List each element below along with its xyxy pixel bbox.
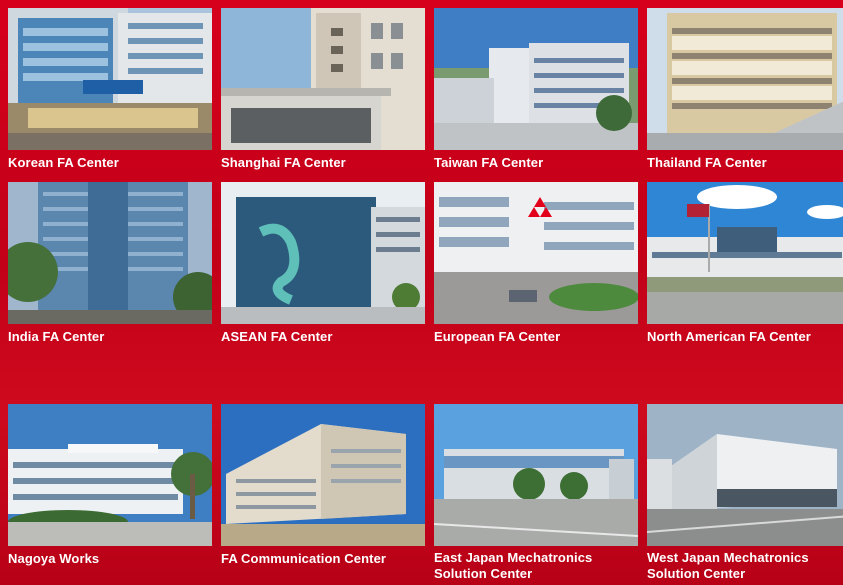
center-tile-nagoya-works[interactable]: Nagoya Works <box>8 404 212 567</box>
west-japan-mechatronics-photo <box>647 404 843 546</box>
center-tile-european[interactable]: European FA Center <box>434 182 638 345</box>
center-tile-taiwan[interactable]: Taiwan FA Center <box>434 8 638 171</box>
center-tile-west-japan[interactable]: West Japan Mechatronics Solution Center <box>647 404 843 582</box>
center-tile-east-japan[interactable]: East Japan Mechatronics Solution Center <box>434 404 638 582</box>
center-label: Korean FA Center <box>8 155 119 170</box>
east-japan-mechatronics-photo <box>434 404 638 546</box>
center-label: Thailand FA Center <box>647 155 767 170</box>
korean-fa-center-photo <box>8 8 212 150</box>
center-tile-shanghai[interactable]: Shanghai FA Center <box>221 8 425 171</box>
center-tile-fa-communication[interactable]: FA Communication Center <box>221 404 425 567</box>
shanghai-fa-center-photo <box>221 8 425 150</box>
center-tile-north-american[interactable]: North American FA Center <box>647 182 843 345</box>
center-label: Nagoya Works <box>8 551 100 566</box>
fa-communication-center-photo <box>221 404 425 546</box>
center-label: West Japan Mechatronics Solution Center <box>647 550 809 581</box>
center-label: ASEAN FA Center <box>221 329 333 344</box>
center-label: FA Communication Center <box>221 551 387 566</box>
center-label: Shanghai FA Center <box>221 155 346 170</box>
india-fa-center-photo <box>8 182 212 324</box>
center-label: India FA Center <box>8 329 105 344</box>
nagoya-works-photo <box>8 404 212 546</box>
thailand-fa-center-photo <box>647 8 843 150</box>
center-tile-korean[interactable]: Korean FA Center <box>8 8 212 171</box>
center-tile-thailand[interactable]: Thailand FA Center <box>647 8 843 171</box>
center-tile-asean[interactable]: ASEAN FA Center <box>221 182 425 345</box>
taiwan-fa-center-photo <box>434 8 638 150</box>
asean-fa-center-photo <box>221 182 425 324</box>
center-label: East Japan Mechatronics Solution Center <box>434 550 593 581</box>
european-fa-center-photo <box>434 182 638 324</box>
center-label: European FA Center <box>434 329 561 344</box>
center-label: North American FA Center <box>647 329 811 344</box>
north-american-fa-center-photo <box>647 182 843 324</box>
center-label: Taiwan FA Center <box>434 155 544 170</box>
center-tile-india[interactable]: India FA Center <box>8 182 212 345</box>
